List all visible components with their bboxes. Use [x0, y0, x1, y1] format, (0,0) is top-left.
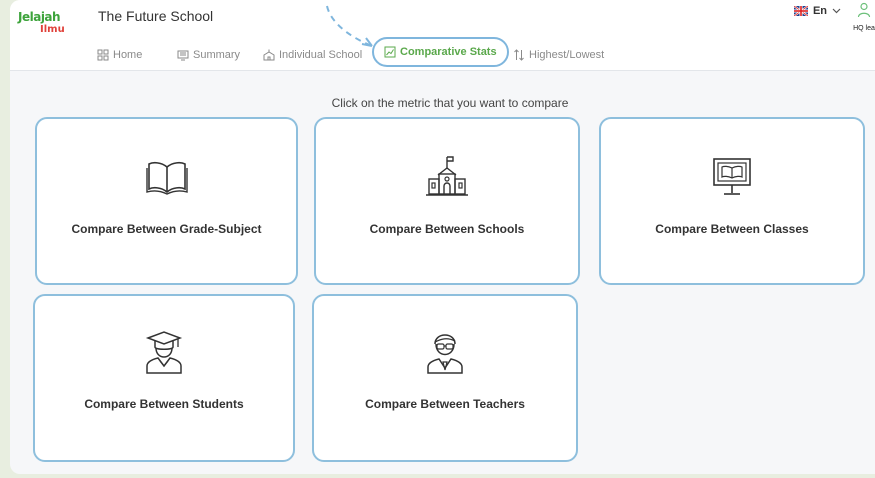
tab-home-label: Home: [113, 49, 143, 61]
user-role-label: HQ leader: [853, 25, 875, 32]
uk-flag-icon: [793, 6, 808, 16]
language-selector[interactable]: En: [793, 5, 841, 17]
app-window: Jelajah Ilmu The Future School Home Summ…: [10, 0, 875, 474]
graduate-student-icon: [145, 331, 183, 374]
tab-individual-school[interactable]: Individual School: [263, 41, 362, 69]
school-building-icon: [426, 156, 468, 196]
compare-students-card[interactable]: Compare Between Students: [33, 294, 295, 462]
compare-classes-label: Compare Between Classes: [655, 222, 809, 236]
tab-highest-lowest-label: Highest/Lowest: [529, 49, 605, 61]
top-bar: Jelajah Ilmu The Future School Home Summ…: [10, 0, 875, 71]
page-instruction: Click on the metric that you want to com…: [331, 96, 569, 110]
compare-grade-subject-card[interactable]: Compare Between Grade-Subject: [35, 117, 298, 285]
chevron-down-icon: [832, 8, 841, 14]
logo[interactable]: Jelajah Ilmu: [18, 10, 70, 44]
monitor-icon: [177, 50, 189, 61]
chart-icon: [384, 46, 396, 58]
school-icon: [263, 49, 275, 61]
tab-comparative-stats[interactable]: Comparative Stats: [372, 37, 509, 67]
logo-text-sub: Ilmu: [40, 24, 65, 35]
tab-individual-school-label: Individual School: [279, 49, 363, 61]
tab-comparative-stats-label: Comparative Stats: [400, 46, 497, 58]
user-avatar-icon[interactable]: [857, 2, 871, 18]
compare-teachers-card[interactable]: Compare Between Teachers: [312, 294, 578, 462]
book-icon: [145, 161, 188, 195]
compare-classes-card[interactable]: Compare Between Classes: [599, 117, 865, 285]
classroom-board-icon: [713, 158, 751, 195]
sort-arrows-icon: [514, 49, 524, 61]
grid-icon: [97, 49, 109, 61]
logo-text-main: Jelajah: [18, 10, 61, 24]
tab-summary-label: Summary: [193, 49, 241, 61]
compare-students-label: Compare Between Students: [84, 397, 244, 411]
teacher-icon: [427, 334, 463, 374]
school-title: The Future School: [98, 8, 214, 24]
compare-schools-label: Compare Between Schools: [369, 222, 525, 236]
tab-highest-lowest[interactable]: Highest/Lowest: [513, 41, 604, 69]
compare-grade-subject-label: Compare Between Grade-Subject: [71, 222, 262, 236]
tab-home[interactable]: Home: [97, 41, 142, 69]
tab-summary[interactable]: Summary: [177, 41, 240, 69]
language-code: En: [812, 5, 827, 17]
compare-teachers-label: Compare Between Teachers: [365, 397, 525, 411]
compare-schools-card[interactable]: Compare Between Schools: [314, 117, 580, 285]
